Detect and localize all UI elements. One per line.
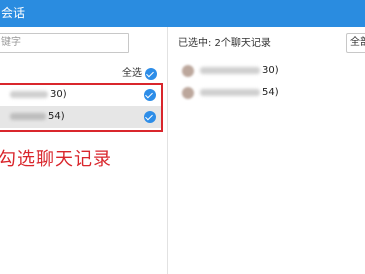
blurred-name (200, 88, 260, 96)
avatar (182, 87, 194, 99)
annotation-text: 勾选聊天记录 (0, 149, 112, 170)
conversation-list-pane: 键字 全选 30) 54) 勾选聊天记录 (0, 27, 167, 274)
selected-item-label: 30) (200, 64, 279, 78)
select-all-label: 全选 (122, 68, 142, 79)
search-input[interactable]: 键字 (0, 33, 129, 53)
selected-item-label-suffix: 54) (262, 87, 279, 98)
selected-item: 54) (182, 85, 279, 101)
select-all-toggle[interactable]: 全选 (122, 67, 157, 81)
selected-records-pane: 已选中: 2个聊天记录 全部 30) 54) (168, 27, 365, 274)
select-all-button[interactable]: 全部 (346, 33, 365, 53)
select-all-button-label: 全部 (350, 37, 365, 48)
search-placeholder: 键字 (1, 37, 21, 48)
window-title: 会话 (1, 6, 26, 20)
checkmark-circle-icon (145, 68, 157, 80)
avatar (182, 65, 194, 77)
title-bar: 会话 (0, 0, 365, 27)
blurred-name (200, 66, 260, 74)
selected-item-label-suffix: 30) (262, 65, 279, 76)
selected-count: 已选中: 2个聊天记录 (178, 38, 271, 49)
selected-item: 30) (182, 63, 279, 79)
annotation-highlight-box (0, 83, 163, 132)
selected-item-label: 54) (200, 86, 279, 100)
